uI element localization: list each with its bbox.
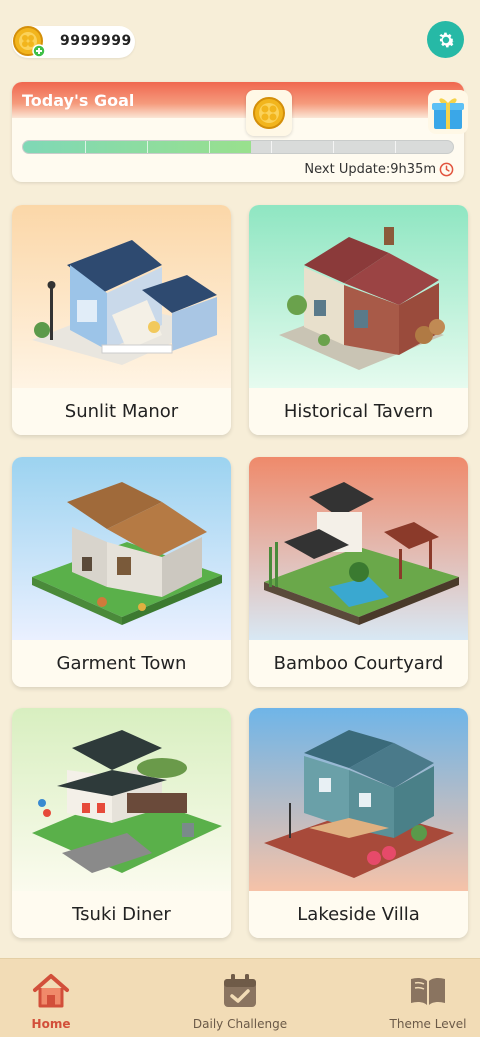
lakeside-villa-illustration (249, 708, 468, 891)
goal-reward-marker[interactable] (246, 90, 292, 136)
progress-tick (85, 141, 86, 153)
gift-box-icon (432, 98, 464, 129)
progress-tick (395, 141, 396, 153)
theme-name: Historical Tavern (249, 388, 468, 435)
next-update-timer: Next Update:9h35m (304, 162, 454, 177)
progress-tick (333, 141, 334, 153)
nav-theme-level[interactable]: Theme Level (358, 959, 480, 1037)
theme-name: Tsuki Diner (12, 891, 231, 938)
clock-icon (439, 162, 454, 177)
theme-card-lakeside-villa[interactable]: Lakeside Villa (249, 708, 468, 938)
theme-name: Bamboo Courtyard (249, 640, 468, 687)
goal-progress-bar (22, 140, 454, 154)
goal-gift-reward[interactable] (428, 90, 468, 134)
coin-amount: 9999999 (60, 33, 132, 49)
nav-daily-challenge-label: Daily Challenge (192, 1017, 288, 1031)
goal-progress-fill (23, 141, 251, 153)
garment-town-illustration (12, 457, 231, 640)
historical-tavern-illustration (249, 205, 468, 388)
gear-icon (438, 32, 455, 47)
gold-coin-plus-icon (13, 26, 46, 58)
home-icon (33, 974, 69, 1008)
todays-goal-card: Today's Goal Next Update:9h35m (12, 82, 468, 182)
goal-header: Today's Goal (12, 82, 464, 118)
progress-tick (147, 141, 148, 153)
theme-card-garment-town[interactable]: Garment Town (12, 457, 231, 687)
theme-card-historical-tavern[interactable]: Historical Tavern (249, 205, 468, 435)
calendar-check-icon (224, 974, 256, 1007)
theme-card-bamboo-courtyard[interactable]: Bamboo Courtyard (249, 457, 468, 687)
goal-title: Today's Goal (22, 91, 135, 110)
gold-coin-icon (253, 97, 285, 129)
progress-tick (209, 141, 210, 153)
theme-name: Lakeside Villa (249, 891, 468, 938)
theme-grid: Sunlit Manor Historical Tavern Garment T… (12, 205, 468, 940)
theme-card-sunlit-manor[interactable]: Sunlit Manor (12, 205, 231, 435)
open-book-icon (411, 977, 445, 1005)
theme-name: Garment Town (12, 640, 231, 687)
coin-balance[interactable]: 9999999 (12, 26, 135, 58)
theme-card-tsuki-diner[interactable]: Tsuki Diner (12, 708, 231, 938)
next-update-label: Next Update:9h35m (304, 162, 436, 177)
nav-home[interactable]: Home (0, 959, 121, 1037)
sunlit-manor-illustration (12, 205, 231, 388)
theme-name: Sunlit Manor (12, 388, 231, 435)
nav-home-label: Home (31, 1017, 71, 1031)
tsuki-diner-illustration (12, 708, 231, 891)
nav-daily-challenge[interactable]: Daily Challenge (170, 959, 310, 1037)
progress-tick (271, 141, 272, 153)
bottom-nav: Home Daily Challenge Theme Level (0, 958, 480, 1037)
bamboo-courtyard-illustration (249, 457, 468, 640)
nav-theme-level-label: Theme Level (389, 1017, 467, 1031)
settings-button[interactable] (427, 21, 464, 58)
top-bar: 9999999 (0, 0, 480, 80)
